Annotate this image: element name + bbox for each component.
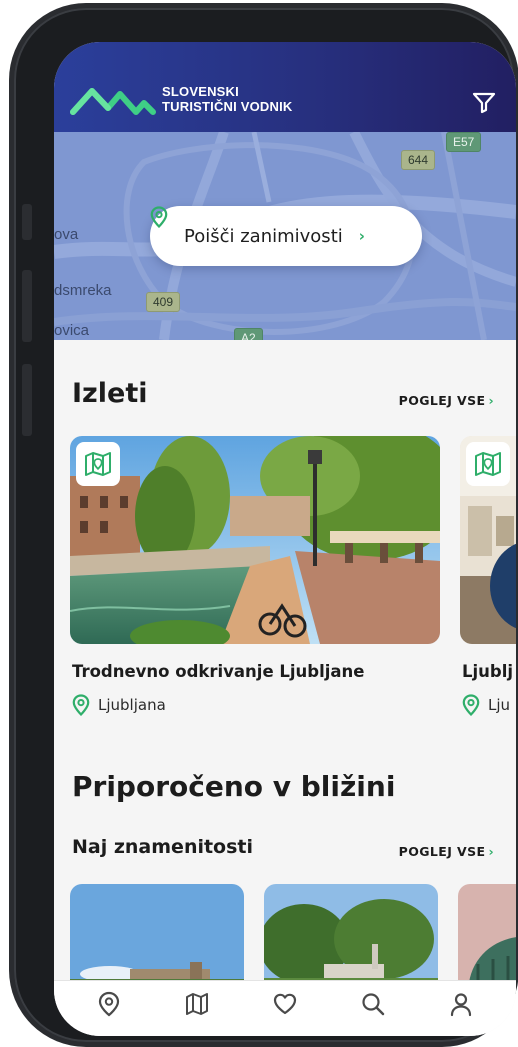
- volume-down-button: [22, 364, 32, 436]
- logo-mountains-icon: [70, 88, 156, 115]
- trip-card-location-label: Ljubljana: [98, 696, 166, 714]
- chevron-right-icon: ›: [488, 844, 494, 859]
- location-pin-icon: [72, 694, 90, 716]
- map-icon: [85, 452, 111, 476]
- filter-button[interactable]: [470, 88, 498, 116]
- see-all-izleti-link[interactable]: POGLEJ VSE ›: [399, 393, 494, 408]
- trip-card-title[interactable]: Trodnevno odkrivanje Ljubljane: [72, 662, 365, 681]
- heart-icon: [273, 993, 297, 1015]
- section-title-izleti: Izleti: [72, 378, 148, 409]
- landmark-card-image[interactable]: [70, 884, 244, 994]
- map-place-label: ovica: [54, 322, 90, 339]
- brand-line-1: SLOVENSKI: [162, 84, 239, 99]
- nav-item-trips[interactable]: [172, 991, 222, 1031]
- landmark-card-image[interactable]: [264, 884, 438, 994]
- nav-item-profile[interactable]: [436, 991, 486, 1031]
- trip-card-location-label: Lju: [488, 696, 511, 714]
- trip-card-image[interactable]: [70, 436, 440, 644]
- chevron-right-icon: ›: [488, 393, 494, 408]
- subsection-title-landmarks: Naj znamenitosti: [72, 836, 254, 858]
- trip-type-badge: [466, 442, 510, 486]
- nav-item-search[interactable]: [348, 991, 398, 1031]
- volume-up-button: [22, 270, 32, 342]
- map-place-label: dsmreka: [54, 282, 112, 299]
- building-photo: [458, 884, 516, 994]
- location-pin-icon: [462, 694, 480, 716]
- user-icon: [450, 993, 472, 1017]
- road-sign: A2: [234, 328, 263, 340]
- mute-switch: [22, 204, 32, 240]
- find-attractions-button[interactable]: Poišči zanimivosti ›: [150, 206, 422, 266]
- trip-type-badge: [76, 442, 120, 486]
- nav-label: [436, 1025, 486, 1031]
- ljubljana-river-photo: [70, 436, 440, 644]
- map-icon: [475, 452, 501, 476]
- nav-label: [348, 1025, 398, 1031]
- road-sign: E57: [446, 132, 482, 152]
- trip-card-title[interactable]: Ljublj: [462, 662, 513, 681]
- see-all-landmarks-link[interactable]: POGLEJ VSE ›: [399, 844, 494, 859]
- app-header: SLOVENSKI TURISTIČNI VODNIK: [54, 42, 516, 132]
- brand-name: SLOVENSKI TURISTIČNI VODNIK: [162, 84, 293, 114]
- find-attractions-label: Poišči zanimivosti: [184, 225, 343, 247]
- location-pin-icon: [98, 991, 120, 1017]
- map-view[interactable]: ova dsmreka ovica 644 E57 409 A2 Poišči …: [54, 132, 516, 340]
- nav-item-favorites[interactable]: [260, 991, 310, 1031]
- landmark-card-image[interactable]: [458, 884, 516, 994]
- road-sign: 409: [146, 292, 181, 312]
- app-screen: SLOVENSKI TURISTIČNI VODNIK ova dsmreka …: [54, 42, 516, 1036]
- castle-photo: [70, 884, 244, 994]
- nav-item-explore[interactable]: [84, 991, 134, 1031]
- see-all-label: POGLEJ VSE: [398, 844, 486, 859]
- location-pin-icon: [150, 206, 168, 228]
- trip-card-image[interactable]: [460, 436, 516, 644]
- nav-label: [84, 1025, 134, 1031]
- bottom-navigation: [54, 980, 516, 1036]
- brand-line-2: TURISTIČNI VODNIK: [162, 99, 293, 114]
- map-icon: [186, 993, 208, 1015]
- park-photo: [264, 884, 438, 994]
- chevron-right-icon: ›: [358, 227, 365, 245]
- section-title-nearby: Priporočeno v bližini: [72, 770, 396, 803]
- see-all-label: POGLEJ VSE: [398, 393, 486, 408]
- filter-icon: [472, 92, 496, 114]
- trip-card-location: Lju: [462, 694, 510, 716]
- nav-label: [260, 1025, 310, 1031]
- map-place-label: ova: [54, 226, 79, 243]
- road-sign: 644: [401, 150, 436, 170]
- nav-label: [172, 1025, 222, 1031]
- trip-card-location: Ljubljana: [72, 694, 166, 716]
- search-icon: [362, 993, 385, 1016]
- phone-frame: SLOVENSKI TURISTIČNI VODNIK ova dsmreka …: [14, 8, 516, 1042]
